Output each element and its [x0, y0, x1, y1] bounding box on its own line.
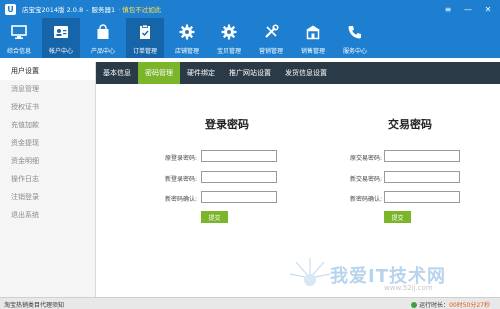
nav-item-items[interactable]: 宝贝管理: [210, 18, 248, 58]
title-separator: -: [86, 6, 89, 14]
server-hint: · 慎包不过如此: [118, 6, 162, 14]
window-title: 店宝宝2014版 2.0.8- 服务器1 · 慎包不过如此: [22, 4, 161, 14]
main-nav: 综合信息 帐户中心 产品中心 订单管理 店铺管理 宝贝管理 营销管理 销售管理 …: [0, 18, 500, 58]
tab-basic-info[interactable]: 基本信息: [96, 62, 138, 84]
nav-label: 营销管理: [258, 48, 283, 55]
sidebar-item-logout[interactable]: 注销登录: [0, 188, 95, 206]
sidebar-item-exit[interactable]: 退出系统: [0, 206, 95, 224]
sidebar-item-funds-detail[interactable]: 资金明细: [0, 152, 95, 170]
gear-icon: [219, 23, 239, 41]
app-name: 店宝宝2014版 2.0.8: [22, 6, 84, 14]
sidebar-item-license[interactable]: 授权证书: [0, 98, 95, 116]
runtime-label: 运行时长：: [419, 302, 450, 309]
trade-password-title: 交易密码: [388, 118, 432, 131]
trade-password-submit-button[interactable]: 提交: [384, 211, 411, 223]
sidebar-item-recharge[interactable]: 充值加款: [0, 116, 95, 134]
nav-item-account[interactable]: 帐户中心: [42, 18, 80, 58]
nav-item-sales[interactable]: 销售管理: [294, 18, 332, 58]
runtime-indicator: 运行时长： 00时50分27秒: [411, 300, 490, 309]
confirm-trade-password-input[interactable]: [384, 191, 460, 203]
sub-tabs: 基本信息 密码管理 硬件绑定 推广网站设置 发货信息设置: [96, 62, 500, 84]
monitor-icon: [9, 23, 29, 41]
nav-item-products[interactable]: 产品中心: [84, 18, 122, 58]
tab-promo-site[interactable]: 推广网站设置: [222, 62, 278, 84]
nav-label: 综合信息: [6, 48, 31, 55]
sidebar: 用户设置 消息管理 授权证书 充值加款 资金提现 资金明细 操作日志 注销登录 …: [0, 62, 96, 298]
confirm-login-password-label: 新密码确认:: [164, 196, 197, 203]
window-controls: ≡ — ✕: [438, 0, 498, 18]
nav-item-shop[interactable]: 店铺管理: [168, 18, 206, 58]
old-trade-password-input[interactable]: [384, 150, 460, 162]
watermark-url: www.52ij.com: [384, 284, 433, 292]
nav-item-marketing[interactable]: 营销管理: [252, 18, 290, 58]
sidebar-item-operation-log[interactable]: 操作日志: [0, 170, 95, 188]
user-card-icon: [51, 23, 71, 41]
nav-label: 销售管理: [300, 48, 325, 55]
tab-shipping-info[interactable]: 发货信息设置: [278, 62, 334, 84]
sidebar-item-withdraw[interactable]: 资金提现: [0, 134, 95, 152]
status-notice-link[interactable]: 淘宝热销类目代理须知: [4, 300, 64, 309]
new-trade-password-label: 新交易密码:: [349, 176, 382, 183]
sidebar-item-messages[interactable]: 消息管理: [0, 80, 95, 98]
close-icon[interactable]: ✕: [478, 0, 498, 18]
watermark: 我爱IT技术网 www.52ij.com: [288, 258, 498, 298]
menu-icon[interactable]: ≡: [438, 0, 458, 18]
confirm-login-password-input[interactable]: [201, 191, 277, 203]
login-password-title: 登录密码: [205, 118, 249, 131]
new-login-password-input[interactable]: [201, 171, 277, 183]
nav-label: 帐户中心: [48, 48, 73, 55]
nav-label: 宝贝管理: [216, 48, 241, 55]
clipboard-icon: [135, 23, 155, 41]
runtime-value: 00时50分27秒: [449, 302, 490, 309]
nav-label: 产品中心: [90, 48, 115, 55]
phone-icon: [345, 23, 365, 41]
old-login-password-label: 原登录密码:: [164, 155, 197, 162]
nav-label: 服务中心: [342, 48, 367, 55]
confirm-trade-password-label: 新密码确认:: [349, 196, 382, 203]
login-password-submit-button[interactable]: 提交: [201, 211, 228, 223]
clock-icon: [411, 301, 418, 308]
watermark-sun-icon: [289, 258, 331, 286]
nav-item-overview[interactable]: 综合信息: [0, 18, 38, 58]
tab-hardware-binding[interactable]: 硬件绑定: [180, 62, 222, 84]
app-window: U 店宝宝2014版 2.0.8- 服务器1 · 慎包不过如此 ≡ — ✕ 综合信息…: [0, 0, 500, 309]
nav-label: 订单管理: [132, 48, 157, 55]
gear-icon: [177, 23, 197, 41]
new-trade-password-input[interactable]: [384, 171, 460, 183]
nav-item-service[interactable]: 服务中心: [336, 18, 374, 58]
old-trade-password-label: 原交易密码:: [349, 155, 382, 162]
old-login-password-input[interactable]: [201, 150, 277, 162]
server-name: 服务器1: [91, 6, 116, 14]
shopping-bag-icon: [93, 23, 113, 41]
store-icon: [303, 23, 323, 41]
sidebar-item-user-settings[interactable]: 用户设置: [0, 62, 95, 80]
app-logo-icon: U: [5, 3, 16, 15]
nav-label: 店铺管理: [174, 48, 199, 55]
new-login-password-label: 新登录密码:: [164, 176, 197, 183]
status-bar: 淘宝热销类目代理须知 运行时长： 00时50分27秒: [0, 297, 500, 309]
tools-icon: [261, 23, 281, 41]
tab-password[interactable]: 密码管理: [138, 62, 180, 84]
minimize-icon[interactable]: —: [458, 0, 478, 18]
nav-item-orders[interactable]: 订单管理: [126, 18, 164, 58]
title-bar: U 店宝宝2014版 2.0.8- 服务器1 · 慎包不过如此 ≡ — ✕: [0, 0, 500, 18]
